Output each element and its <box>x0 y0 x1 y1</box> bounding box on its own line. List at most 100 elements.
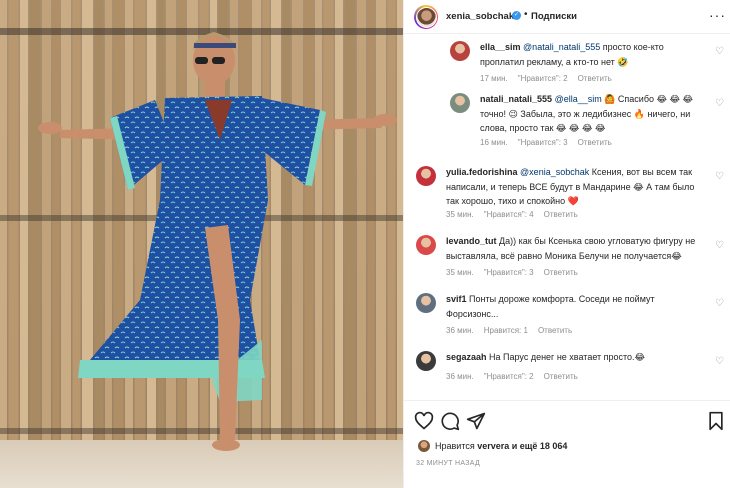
commenter-avatar[interactable] <box>450 41 470 61</box>
post-photo-illustration <box>0 0 403 488</box>
fence-stake <box>147 0 156 449</box>
comment-time[interactable]: 17 мин. <box>480 74 508 83</box>
commenter-avatar[interactable] <box>416 166 436 186</box>
post-side-panel: xenia_sobchak ✓ • Подписки ··· ella__sim… <box>403 0 730 488</box>
fence-gap <box>395 0 397 450</box>
commenter-avatar[interactable] <box>416 293 436 313</box>
comment-text: natali_natali_555 @ella__sim 🙆 Спасибо 😂… <box>480 94 694 133</box>
comment-username[interactable]: ella__sim <box>480 42 521 52</box>
comment-text: svif1 Понты дороже комфорта. Соседи не п… <box>446 294 655 319</box>
comment-username[interactable]: svif1 <box>446 294 467 304</box>
author-username[interactable]: xenia_sobchak <box>446 11 514 22</box>
author-avatar[interactable] <box>414 5 438 29</box>
post-timestamp[interactable]: 32 МИНУТ НАЗАД <box>416 460 480 467</box>
header-separator: • <box>524 9 528 20</box>
fence-stake <box>335 0 343 449</box>
comment-like-icon[interactable]: ♡ <box>715 46 724 57</box>
comment-time[interactable]: 36 мин. <box>446 372 474 381</box>
more-options-icon[interactable]: ··· <box>709 7 726 23</box>
fence-gap <box>80 0 82 450</box>
fence-gap <box>333 0 335 450</box>
reply-button[interactable]: Ответить <box>578 74 612 83</box>
reply-button[interactable]: Ответить <box>544 372 578 381</box>
fence-gap <box>313 0 315 450</box>
fence-gap <box>7 0 9 450</box>
fence-gap <box>343 0 345 450</box>
fence-stake <box>387 0 396 447</box>
comment-time[interactable]: 16 мин. <box>480 138 508 147</box>
fence-stake <box>271 0 281 449</box>
fence-stake <box>8 0 19 447</box>
comment-meta: 36 мин. Нравится: 1 Ответить <box>446 326 582 335</box>
comment-like-icon[interactable]: ♡ <box>715 240 724 251</box>
comment-bubble-icon[interactable] <box>440 411 460 431</box>
comment-mention[interactable]: @xenia_sobchak <box>520 167 589 177</box>
fence-stake <box>105 0 112 447</box>
fence-stake <box>282 0 291 445</box>
comment-likes-count[interactable]: "Нравится": 3 <box>518 138 568 147</box>
liker-username[interactable]: ververa <box>477 441 509 451</box>
fence-gap <box>269 0 271 450</box>
bookmark-icon[interactable] <box>706 411 726 431</box>
fence-stake <box>0 0 7 445</box>
comment-likes-count[interactable]: "Нравится": 4 <box>484 210 534 219</box>
emoji: 🤣 <box>617 56 629 67</box>
comment-likes-count[interactable]: "Нравится": 2 <box>518 74 568 83</box>
comment-like-icon[interactable]: ♡ <box>715 356 724 367</box>
comment-mention[interactable]: @ella__sim <box>555 94 602 104</box>
fence-stake <box>292 0 303 447</box>
comment-like-icon[interactable]: ♡ <box>715 171 724 182</box>
comment-username[interactable]: segazaah <box>446 352 487 362</box>
verified-badge-icon: ✓ <box>512 11 521 20</box>
comment-mention[interactable]: @natali_natali_555 <box>523 42 600 52</box>
reply-button[interactable]: Ответить <box>578 138 612 147</box>
likes-summary[interactable]: Нравится ververa и ещё 18 064 <box>435 441 567 451</box>
fence-gap <box>374 0 376 450</box>
fence-stake <box>357 0 366 447</box>
heart-outline-icon[interactable] <box>414 411 434 431</box>
fence-gap <box>71 0 73 450</box>
comment-username[interactable]: levando_tut <box>446 236 497 246</box>
commenter-avatar[interactable] <box>416 235 436 255</box>
fence-gap <box>93 0 95 450</box>
comment-like-icon[interactable]: ♡ <box>715 298 724 309</box>
following-button[interactable]: Подписки <box>531 11 577 22</box>
comment-time[interactable]: 35 мин. <box>446 210 474 219</box>
comment-text: segazaah На Парус денег не хватает прост… <box>446 352 646 362</box>
fence-gap <box>112 0 114 450</box>
paper-plane-icon[interactable] <box>466 411 486 431</box>
fence-gap <box>133 0 135 450</box>
comment-text: yulia.fedorishina @xenia_sobchak Ксения,… <box>446 167 695 206</box>
fence-gap <box>355 0 357 450</box>
instagram-post-view: xenia_sobchak ✓ • Подписки ··· ella__sim… <box>0 0 730 488</box>
fence-stake <box>52 0 60 449</box>
comment-likes-count[interactable]: "Нравится": 3 <box>484 268 534 277</box>
reply-button[interactable]: Ответить <box>544 210 578 219</box>
comment-text: levando_tut Да)) как бы Ксенька свою угл… <box>446 236 696 261</box>
commenter-avatar[interactable] <box>416 351 436 371</box>
comment-username[interactable]: yulia.fedorishina <box>446 167 518 177</box>
post-photo[interactable] <box>0 0 403 488</box>
fence-gap <box>40 0 42 450</box>
fence-gap <box>59 0 61 450</box>
comment-time[interactable]: 36 мин. <box>446 326 474 335</box>
fence-stake <box>367 0 375 449</box>
reply-button[interactable]: Ответить <box>538 326 572 335</box>
fence-gap <box>123 0 125 450</box>
comment-likes-count[interactable]: Нравится: 1 <box>484 326 528 335</box>
liker-avatar[interactable] <box>418 440 430 452</box>
fence-stake <box>61 0 71 445</box>
comment-meta: 35 мин. "Нравится": 4 Ответить <box>446 210 588 219</box>
fence-gap <box>281 0 283 450</box>
commenter-avatar[interactable] <box>450 93 470 113</box>
comment-username[interactable]: natali_natali_555 <box>480 94 552 104</box>
reply-button[interactable]: Ответить <box>544 268 578 277</box>
fence-gap <box>366 0 368 450</box>
comment-like-icon[interactable]: ♡ <box>715 98 724 109</box>
comment-likes-count[interactable]: "Нравится": 2 <box>484 372 534 381</box>
comment-meta: 35 мин. "Нравится": 3 Ответить <box>446 268 588 277</box>
likes-count[interactable]: и ещё 18 064 <box>509 441 568 451</box>
fence-gap <box>145 0 147 450</box>
comment-time[interactable]: 35 мин. <box>446 268 474 277</box>
fence-gap <box>28 0 30 450</box>
